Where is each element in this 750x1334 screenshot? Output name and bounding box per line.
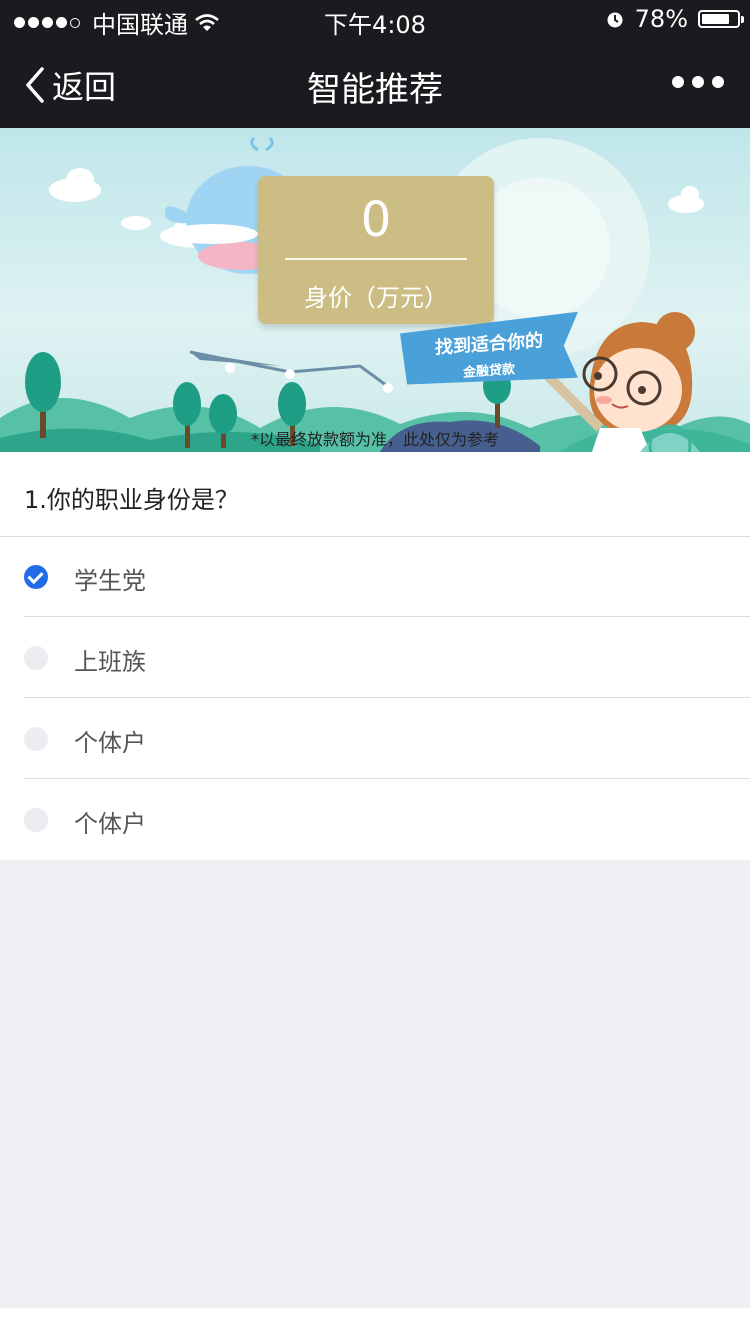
battery-percent: 78% [634,5,688,33]
radio-checked-icon[interactable] [24,565,48,589]
question-card: 1.你的职业身份是？ 学生党 上班族 个体户 个体户 [0,452,750,860]
battery-fill [702,14,729,24]
card-divider [285,258,467,260]
disclaimer-text: *以最终放款额为准，此处仅为参考 [250,430,499,449]
page-title: 智能推荐 [307,70,443,110]
status-right: 78% [605,5,744,33]
more-dot-icon [672,76,684,88]
net-worth-card: 0 身价（万元） [258,176,494,324]
divider [24,616,750,617]
option-label: 学生党 [74,567,146,595]
more-dot-icon [712,76,724,88]
net-worth-label: 身价（万元） [304,284,448,312]
option-label: 上班族 [74,648,146,676]
option-student[interactable]: 学生党 [0,537,750,617]
radio-unchecked-icon[interactable] [24,646,48,670]
option-self-employed[interactable]: 个体户 [0,699,750,779]
radio-unchecked-icon[interactable] [24,727,48,751]
navigation-bar: 返回 智能推荐 [0,40,750,128]
alarm-icon [607,12,623,28]
status-bar: 中国联通 下午4:08 78% [0,0,750,40]
net-worth-value: 0 [360,192,392,248]
option-label: 个体户 [74,810,146,838]
more-dot-icon [692,76,704,88]
battery-icon [698,10,744,28]
radio-unchecked-icon[interactable] [24,808,48,832]
banner: 0 身价（万元） 找到适合你的 金融贷款 *以最终放款额为准，此处仅为参考 [0,128,750,452]
divider [24,778,750,779]
option-label: 个体户 [74,729,146,757]
bottom-bar [0,1308,750,1334]
divider [24,697,750,698]
more-button[interactable] [672,76,724,88]
option-self-employed-2[interactable]: 个体户 [0,780,750,860]
question-title: 1.你的职业身份是？ [24,486,239,514]
option-office-worker[interactable]: 上班族 [0,618,750,698]
